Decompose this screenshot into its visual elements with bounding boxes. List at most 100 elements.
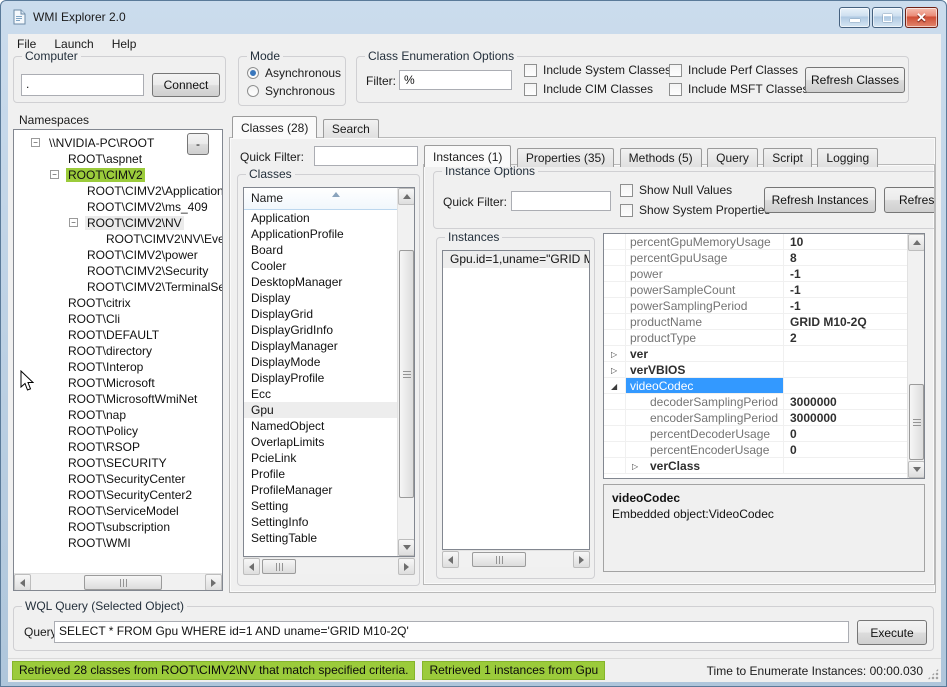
property-row[interactable]: percentGpuMemoryUsage10 — [604, 234, 924, 250]
property-row[interactable]: productType2 — [604, 330, 924, 346]
property-row-selected[interactable]: ◢videoCodec — [604, 378, 924, 394]
menu-help[interactable]: Help — [103, 34, 146, 54]
namespaces-hscrollbar[interactable] — [14, 573, 222, 590]
tab-logging[interactable]: Logging — [817, 148, 878, 167]
tree-item[interactable]: ROOT\SecurityCenter — [14, 471, 222, 487]
scroll-thumb[interactable] — [399, 250, 414, 498]
tab-instances[interactable]: Instances (1) — [424, 145, 511, 167]
class-item[interactable]: ProfileManager — [244, 482, 414, 498]
refresh-instances-button[interactable]: Refresh Instances — [764, 187, 876, 213]
grid-vscrollbar[interactable] — [907, 234, 924, 478]
namespaces-tree[interactable]: −\\NVIDIA-PC\ROOT ROOT\aspnet −ROOT\CIMV… — [13, 129, 223, 591]
synchronous-radio[interactable] — [247, 85, 259, 97]
instance-item-selected[interactable]: Gpu.id=1,uname="GRID M10- — [443, 251, 589, 268]
property-row[interactable]: powerSampleCount-1 — [604, 282, 924, 298]
tree-item-selected-namespace[interactable]: −ROOT\CIMV2 — [14, 167, 222, 183]
tab-methods[interactable]: Methods (5) — [620, 148, 702, 167]
scroll-thumb[interactable] — [262, 559, 296, 574]
include-system-classes-checkbox[interactable] — [524, 64, 537, 77]
tab-search[interactable]: Search — [323, 119, 379, 138]
scroll-left-icon[interactable] — [243, 558, 260, 575]
namespaces-collapse-button[interactable]: - — [187, 133, 209, 155]
tree-item[interactable]: ROOT\CIMV2\NV\Ever — [14, 231, 222, 247]
query-input[interactable]: SELECT * FROM Gpu WHERE id=1 AND uname='… — [54, 621, 849, 643]
tree-item[interactable]: ROOT\directory — [14, 343, 222, 359]
collapse-expander-icon[interactable]: − — [31, 138, 40, 147]
refresh-classes-button[interactable]: Refresh Classes — [805, 67, 905, 93]
property-row[interactable]: productNameGRID M10-2Q — [604, 314, 924, 330]
tree-item[interactable]: ROOT\CIMV2\power — [14, 247, 222, 263]
instances-hscrollbar[interactable] — [442, 550, 590, 567]
tree-item[interactable]: ROOT\CIMV2\TerminalServ — [14, 279, 222, 295]
resize-grip[interactable] — [927, 668, 939, 680]
tab-classes[interactable]: Classes (28) — [232, 116, 317, 138]
tree-item[interactable]: ROOT\RSOP — [14, 439, 222, 455]
execute-button[interactable]: Execute — [857, 620, 927, 645]
class-item[interactable]: Ecc — [244, 386, 414, 402]
tree-item[interactable]: ROOT\DEFAULT — [14, 327, 222, 343]
tree-item-active-namespace[interactable]: −ROOT\CIMV2\NV — [14, 215, 222, 231]
classes-vscrollbar[interactable] — [397, 188, 414, 556]
scroll-up-icon[interactable] — [398, 188, 415, 205]
class-item[interactable]: ApplicationProfile — [244, 226, 414, 242]
tree-item[interactable]: ROOT\Policy — [14, 423, 222, 439]
class-item[interactable]: Display — [244, 290, 414, 306]
tree-item[interactable]: ROOT\nap — [14, 407, 222, 423]
class-item-selected[interactable]: Gpu — [244, 402, 414, 418]
class-item[interactable]: DisplayMode — [244, 354, 414, 370]
tree-item[interactable]: ROOT\ServiceModel — [14, 503, 222, 519]
classes-list[interactable]: Name Application ApplicationProfile Boar… — [243, 187, 415, 557]
show-null-values-checkbox[interactable] — [620, 184, 633, 197]
tree-item[interactable]: ROOT\SECURITY — [14, 455, 222, 471]
class-item[interactable]: DisplayProfile — [244, 370, 414, 386]
property-row[interactable]: percentEncoderUsage0 — [604, 442, 924, 458]
expander-collapsed-icon[interactable]: ▷ — [611, 363, 617, 379]
show-system-properties-checkbox[interactable] — [620, 204, 633, 217]
expander-expanded-icon[interactable]: ◢ — [611, 379, 617, 395]
refresh-object-button[interactable]: Refresh Ob — [884, 187, 935, 213]
tree-item[interactable]: ROOT\Interop — [14, 359, 222, 375]
tab-script[interactable]: Script — [763, 148, 812, 167]
class-item[interactable]: DesktopManager — [244, 274, 414, 290]
class-item[interactable]: Board — [244, 242, 414, 258]
scroll-right-icon[interactable] — [205, 574, 222, 591]
close-button[interactable]: ✕ — [905, 7, 938, 28]
class-item[interactable]: OverlapLimits — [244, 434, 414, 450]
scroll-left-icon[interactable] — [442, 551, 459, 568]
class-item[interactable]: DisplayManager — [244, 338, 414, 354]
scroll-thumb[interactable] — [472, 552, 526, 567]
title-bar[interactable]: WMI Explorer 2.0 ✕ — [1, 1, 946, 34]
property-row[interactable]: power-1 — [604, 266, 924, 282]
tree-item[interactable]: ROOT\CIMV2\Applications — [14, 183, 222, 199]
tree-item[interactable]: ROOT\citrix — [14, 295, 222, 311]
tree-item[interactable]: ROOT\Cli — [14, 311, 222, 327]
scroll-right-icon[interactable] — [398, 558, 415, 575]
tree-item[interactable]: ROOT\Microsoft — [14, 375, 222, 391]
class-item[interactable]: PcieLink — [244, 450, 414, 466]
class-item[interactable]: SettingInfo — [244, 514, 414, 530]
filter-input[interactable]: % — [399, 70, 512, 90]
class-item[interactable]: NamedObject — [244, 418, 414, 434]
classes-list-header[interactable]: Name — [244, 188, 414, 210]
tree-item[interactable]: ROOT\subscription — [14, 519, 222, 535]
scroll-up-icon[interactable] — [908, 234, 925, 251]
expander-collapsed-icon[interactable]: ▷ — [611, 347, 617, 363]
property-row[interactable]: verClass▷ — [604, 458, 924, 474]
asynchronous-radio[interactable] — [247, 67, 259, 79]
include-cim-classes-checkbox[interactable] — [524, 83, 537, 96]
tree-item[interactable]: ROOT\WMI — [14, 535, 222, 551]
scroll-down-icon[interactable] — [908, 461, 925, 478]
minimize-button[interactable] — [839, 7, 870, 28]
include-msft-classes-checkbox[interactable] — [669, 83, 682, 96]
tab-properties[interactable]: Properties (35) — [517, 148, 614, 167]
property-row[interactable]: percentGpuUsage8 — [604, 250, 924, 266]
instances-list[interactable]: Gpu.id=1,uname="GRID M10- — [442, 250, 590, 550]
property-row[interactable]: percentDecoderUsage0 — [604, 426, 924, 442]
tree-item[interactable]: ROOT\MicrosoftWmiNet — [14, 391, 222, 407]
scroll-thumb[interactable] — [909, 384, 924, 460]
scroll-right-icon[interactable] — [573, 551, 590, 568]
property-grid[interactable]: percentGpuMemoryUsage10 percentGpuUsage8… — [603, 233, 925, 479]
tree-item[interactable]: ROOT\SecurityCenter2 — [14, 487, 222, 503]
tree-item[interactable]: ROOT\CIMV2\ms_409 — [14, 199, 222, 215]
scroll-down-icon[interactable] — [398, 539, 415, 556]
